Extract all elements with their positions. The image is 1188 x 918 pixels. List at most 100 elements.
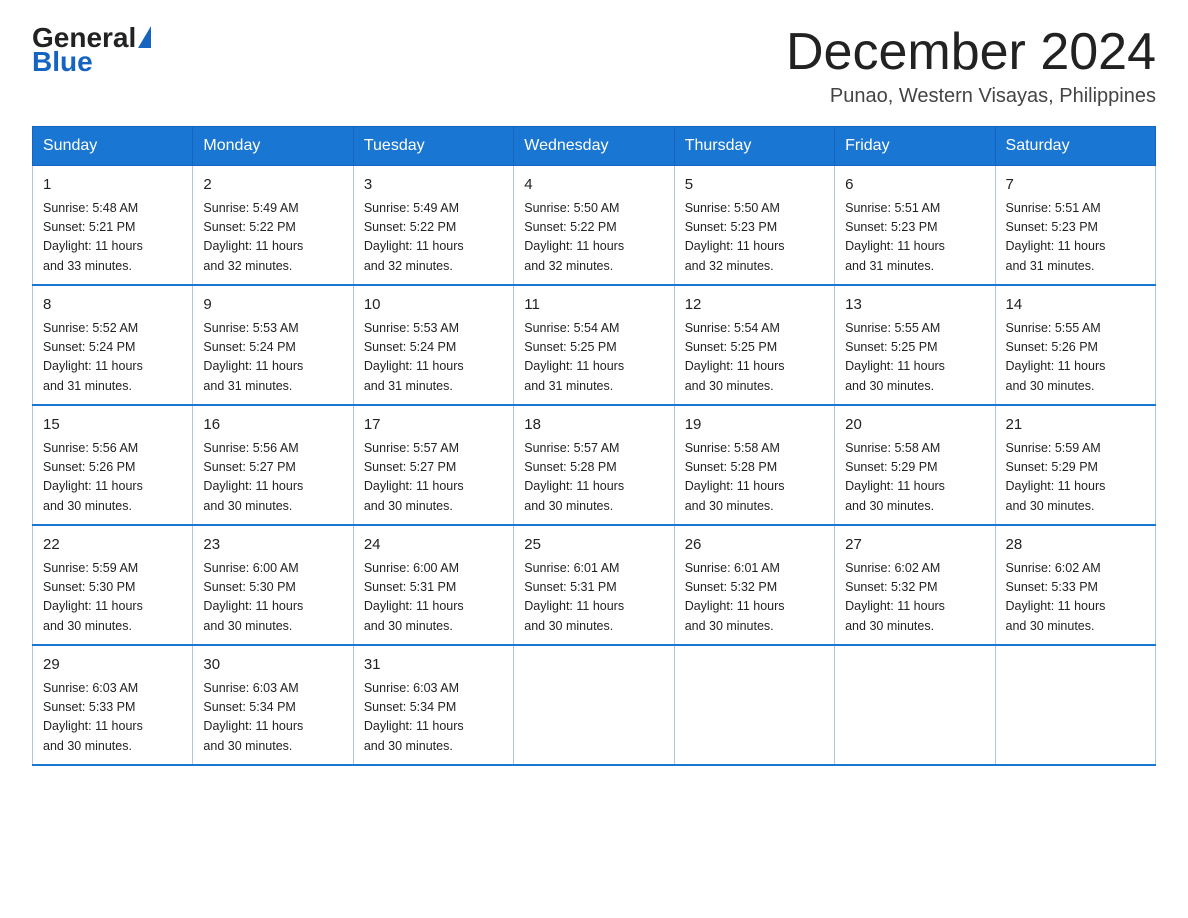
location: Punao, Western Visayas, Philippines — [786, 85, 1156, 108]
day-info: Sunrise: 5:52 AM Sunset: 5:24 PM Dayligh… — [43, 319, 182, 397]
day-number: 28 — [1006, 534, 1145, 557]
week-row-1: 1Sunrise: 5:48 AM Sunset: 5:21 PM Daylig… — [33, 166, 1156, 286]
logo-blue-text: Blue — [32, 48, 93, 76]
day-number: 10 — [364, 294, 503, 317]
day-info: Sunrise: 5:56 AM Sunset: 5:26 PM Dayligh… — [43, 439, 182, 517]
day-cell: 20Sunrise: 5:58 AM Sunset: 5:29 PM Dayli… — [835, 405, 995, 525]
day-cell: 13Sunrise: 5:55 AM Sunset: 5:25 PM Dayli… — [835, 285, 995, 405]
header-saturday: Saturday — [995, 127, 1155, 166]
day-cell: 7Sunrise: 5:51 AM Sunset: 5:23 PM Daylig… — [995, 166, 1155, 286]
day-number: 27 — [845, 534, 984, 557]
day-info: Sunrise: 5:54 AM Sunset: 5:25 PM Dayligh… — [685, 319, 824, 397]
day-cell: 18Sunrise: 5:57 AM Sunset: 5:28 PM Dayli… — [514, 405, 674, 525]
day-info: Sunrise: 6:03 AM Sunset: 5:34 PM Dayligh… — [364, 679, 503, 757]
day-number: 22 — [43, 534, 182, 557]
day-info: Sunrise: 6:00 AM Sunset: 5:30 PM Dayligh… — [203, 559, 342, 637]
day-number: 17 — [364, 414, 503, 437]
day-cell: 1Sunrise: 5:48 AM Sunset: 5:21 PM Daylig… — [33, 166, 193, 286]
day-cell — [995, 645, 1155, 765]
header-row: SundayMondayTuesdayWednesdayThursdayFrid… — [33, 127, 1156, 166]
calendar-body: 1Sunrise: 5:48 AM Sunset: 5:21 PM Daylig… — [33, 166, 1156, 766]
day-cell: 15Sunrise: 5:56 AM Sunset: 5:26 PM Dayli… — [33, 405, 193, 525]
day-cell: 8Sunrise: 5:52 AM Sunset: 5:24 PM Daylig… — [33, 285, 193, 405]
page-header: General Blue December 2024 Punao, Wester… — [32, 24, 1156, 108]
day-cell: 25Sunrise: 6:01 AM Sunset: 5:31 PM Dayli… — [514, 525, 674, 645]
day-number: 18 — [524, 414, 663, 437]
day-cell — [674, 645, 834, 765]
day-cell: 30Sunrise: 6:03 AM Sunset: 5:34 PM Dayli… — [193, 645, 353, 765]
header-wednesday: Wednesday — [514, 127, 674, 166]
day-cell: 11Sunrise: 5:54 AM Sunset: 5:25 PM Dayli… — [514, 285, 674, 405]
header-monday: Monday — [193, 127, 353, 166]
day-info: Sunrise: 5:53 AM Sunset: 5:24 PM Dayligh… — [203, 319, 342, 397]
day-info: Sunrise: 5:53 AM Sunset: 5:24 PM Dayligh… — [364, 319, 503, 397]
day-info: Sunrise: 6:03 AM Sunset: 5:34 PM Dayligh… — [203, 679, 342, 757]
day-number: 6 — [845, 174, 984, 197]
day-cell: 23Sunrise: 6:00 AM Sunset: 5:30 PM Dayli… — [193, 525, 353, 645]
day-info: Sunrise: 6:01 AM Sunset: 5:32 PM Dayligh… — [685, 559, 824, 637]
day-info: Sunrise: 5:59 AM Sunset: 5:30 PM Dayligh… — [43, 559, 182, 637]
title-block: December 2024 Punao, Western Visayas, Ph… — [786, 24, 1156, 108]
day-info: Sunrise: 6:02 AM Sunset: 5:33 PM Dayligh… — [1006, 559, 1145, 637]
day-cell: 17Sunrise: 5:57 AM Sunset: 5:27 PM Dayli… — [353, 405, 513, 525]
header-sunday: Sunday — [33, 127, 193, 166]
day-cell: 14Sunrise: 5:55 AM Sunset: 5:26 PM Dayli… — [995, 285, 1155, 405]
day-info: Sunrise: 5:56 AM Sunset: 5:27 PM Dayligh… — [203, 439, 342, 517]
day-number: 31 — [364, 654, 503, 677]
day-info: Sunrise: 5:59 AM Sunset: 5:29 PM Dayligh… — [1006, 439, 1145, 517]
day-info: Sunrise: 5:55 AM Sunset: 5:26 PM Dayligh… — [1006, 319, 1145, 397]
day-info: Sunrise: 5:58 AM Sunset: 5:28 PM Dayligh… — [685, 439, 824, 517]
day-number: 9 — [203, 294, 342, 317]
header-tuesday: Tuesday — [353, 127, 513, 166]
day-number: 16 — [203, 414, 342, 437]
day-cell: 31Sunrise: 6:03 AM Sunset: 5:34 PM Dayli… — [353, 645, 513, 765]
header-thursday: Thursday — [674, 127, 834, 166]
day-cell: 16Sunrise: 5:56 AM Sunset: 5:27 PM Dayli… — [193, 405, 353, 525]
day-cell: 10Sunrise: 5:53 AM Sunset: 5:24 PM Dayli… — [353, 285, 513, 405]
day-cell: 22Sunrise: 5:59 AM Sunset: 5:30 PM Dayli… — [33, 525, 193, 645]
calendar-table: SundayMondayTuesdayWednesdayThursdayFrid… — [32, 126, 1156, 766]
day-info: Sunrise: 5:51 AM Sunset: 5:23 PM Dayligh… — [1006, 199, 1145, 277]
day-info: Sunrise: 5:50 AM Sunset: 5:23 PM Dayligh… — [685, 199, 824, 277]
day-cell: 29Sunrise: 6:03 AM Sunset: 5:33 PM Dayli… — [33, 645, 193, 765]
day-info: Sunrise: 5:54 AM Sunset: 5:25 PM Dayligh… — [524, 319, 663, 397]
day-info: Sunrise: 5:57 AM Sunset: 5:28 PM Dayligh… — [524, 439, 663, 517]
day-number: 14 — [1006, 294, 1145, 317]
day-number: 30 — [203, 654, 342, 677]
day-cell: 5Sunrise: 5:50 AM Sunset: 5:23 PM Daylig… — [674, 166, 834, 286]
day-cell: 12Sunrise: 5:54 AM Sunset: 5:25 PM Dayli… — [674, 285, 834, 405]
day-number: 7 — [1006, 174, 1145, 197]
day-number: 24 — [364, 534, 503, 557]
week-row-2: 8Sunrise: 5:52 AM Sunset: 5:24 PM Daylig… — [33, 285, 1156, 405]
day-info: Sunrise: 5:49 AM Sunset: 5:22 PM Dayligh… — [364, 199, 503, 277]
day-number: 21 — [1006, 414, 1145, 437]
day-number: 13 — [845, 294, 984, 317]
day-cell: 28Sunrise: 6:02 AM Sunset: 5:33 PM Dayli… — [995, 525, 1155, 645]
day-info: Sunrise: 5:51 AM Sunset: 5:23 PM Dayligh… — [845, 199, 984, 277]
week-row-5: 29Sunrise: 6:03 AM Sunset: 5:33 PM Dayli… — [33, 645, 1156, 765]
day-number: 5 — [685, 174, 824, 197]
day-number: 11 — [524, 294, 663, 317]
day-number: 23 — [203, 534, 342, 557]
day-cell: 24Sunrise: 6:00 AM Sunset: 5:31 PM Dayli… — [353, 525, 513, 645]
week-row-4: 22Sunrise: 5:59 AM Sunset: 5:30 PM Dayli… — [33, 525, 1156, 645]
day-number: 4 — [524, 174, 663, 197]
week-row-3: 15Sunrise: 5:56 AM Sunset: 5:26 PM Dayli… — [33, 405, 1156, 525]
day-number: 29 — [43, 654, 182, 677]
day-cell: 9Sunrise: 5:53 AM Sunset: 5:24 PM Daylig… — [193, 285, 353, 405]
day-number: 2 — [203, 174, 342, 197]
day-info: Sunrise: 6:01 AM Sunset: 5:31 PM Dayligh… — [524, 559, 663, 637]
logo-triangle-icon — [138, 26, 151, 48]
day-cell: 6Sunrise: 5:51 AM Sunset: 5:23 PM Daylig… — [835, 166, 995, 286]
day-number: 25 — [524, 534, 663, 557]
day-info: Sunrise: 5:55 AM Sunset: 5:25 PM Dayligh… — [845, 319, 984, 397]
day-cell: 19Sunrise: 5:58 AM Sunset: 5:28 PM Dayli… — [674, 405, 834, 525]
day-info: Sunrise: 6:02 AM Sunset: 5:32 PM Dayligh… — [845, 559, 984, 637]
day-number: 20 — [845, 414, 984, 437]
day-info: Sunrise: 5:50 AM Sunset: 5:22 PM Dayligh… — [524, 199, 663, 277]
day-cell — [835, 645, 995, 765]
day-cell: 21Sunrise: 5:59 AM Sunset: 5:29 PM Dayli… — [995, 405, 1155, 525]
day-number: 26 — [685, 534, 824, 557]
day-info: Sunrise: 6:00 AM Sunset: 5:31 PM Dayligh… — [364, 559, 503, 637]
day-number: 1 — [43, 174, 182, 197]
